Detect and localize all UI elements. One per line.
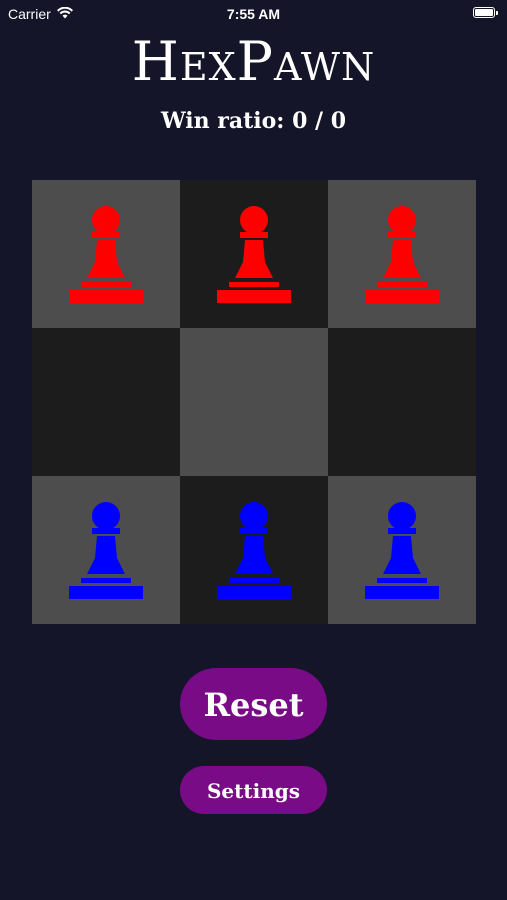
board-cell-r3-c2[interactable] [180, 476, 328, 624]
board-cell-r2-c2[interactable] [180, 328, 328, 476]
status-bar: Carrier 7:55 AM [0, 0, 507, 28]
reset-button[interactable]: Reset [180, 668, 327, 740]
battery-icon [473, 7, 498, 18]
game-board [32, 180, 476, 624]
red-pawn-icon[interactable] [364, 204, 440, 304]
blue-pawn-icon[interactable] [68, 500, 144, 600]
board-cell-r1-c2[interactable] [180, 180, 328, 328]
board-cell-r1-c3[interactable] [328, 180, 476, 328]
settings-button[interactable]: Settings [180, 766, 327, 814]
board-cell-r2-c1[interactable] [32, 328, 180, 476]
board-cell-r2-c3[interactable] [328, 328, 476, 476]
board-cell-r1-c1[interactable] [32, 180, 180, 328]
blue-pawn-icon[interactable] [216, 500, 292, 600]
battery-level [475, 9, 493, 16]
blue-pawn-icon[interactable] [364, 500, 440, 600]
board-cell-r3-c3[interactable] [328, 476, 476, 624]
app-title: HexPawn [131, 30, 376, 93]
status-time: 7:55 AM [226, 6, 281, 22]
board-cell-r3-c1[interactable] [32, 476, 180, 624]
red-pawn-icon[interactable] [216, 204, 292, 304]
red-pawn-icon[interactable] [68, 204, 144, 304]
win-ratio-label: Win ratio: 0 / 0 [160, 108, 347, 134]
